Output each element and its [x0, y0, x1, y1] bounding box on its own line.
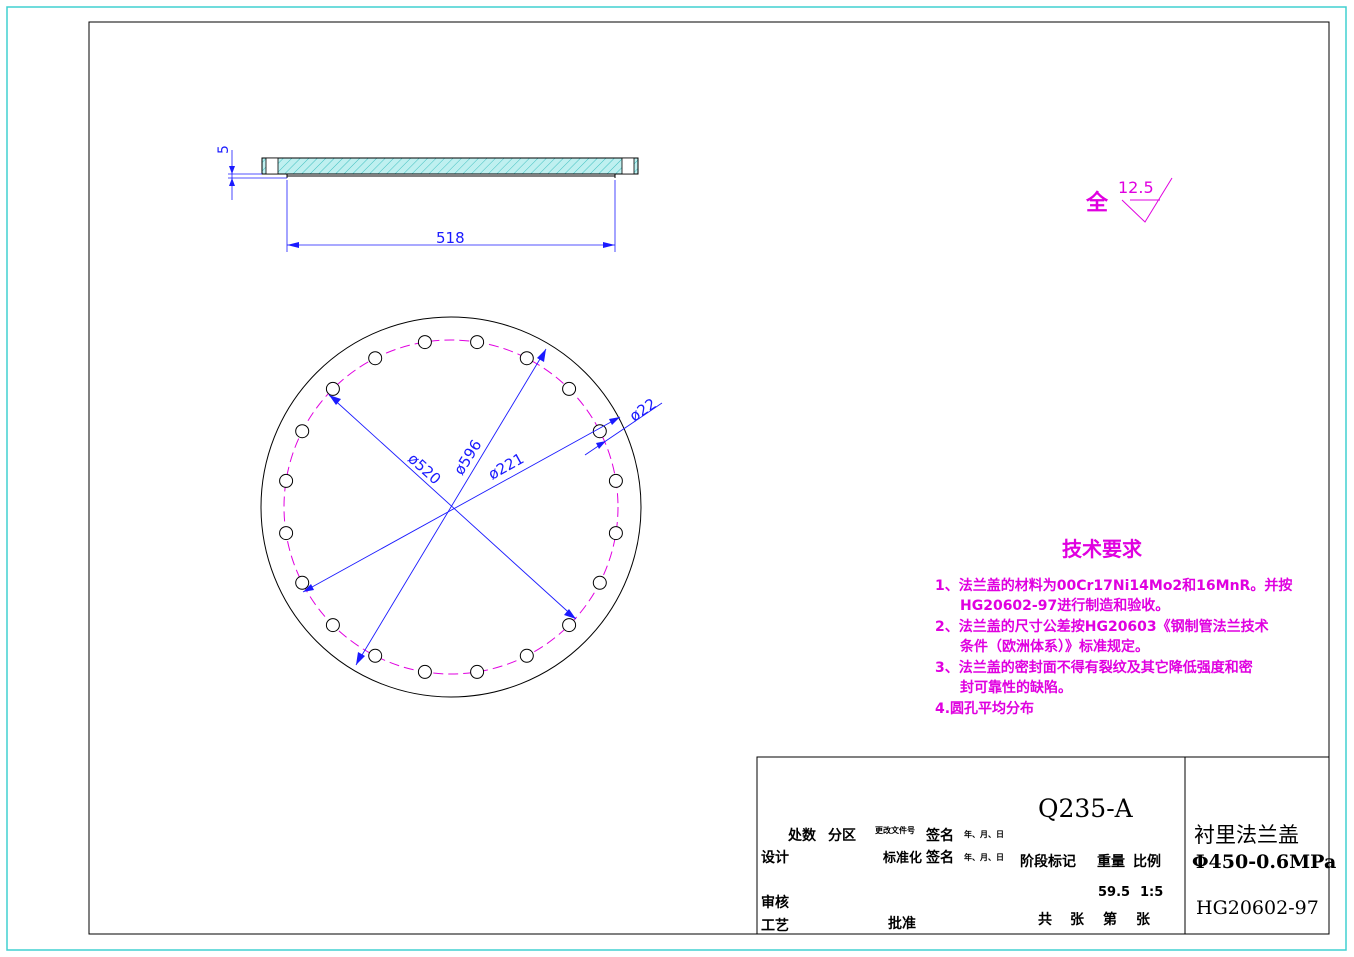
label-review: 审核: [761, 894, 789, 911]
label-sheet-unit: 张: [1070, 912, 1085, 928]
label-design: 设计: [761, 849, 789, 866]
bolt-hole: [562, 618, 577, 633]
part-spec: Φ450-0.6MPa: [1192, 851, 1336, 873]
label-total: 共: [1038, 911, 1052, 928]
note-line-4: 条件（欧洲体系）》标准规定。: [959, 638, 1149, 655]
bolt-hole: [470, 664, 485, 679]
bolt-hole: [325, 618, 340, 633]
bolt-hole: [295, 424, 310, 439]
label-chushu: 处数: [787, 827, 817, 844]
dim-line-221: [302, 416, 621, 593]
tech-notes-title: 技术要求: [1062, 537, 1143, 561]
tech-notes: 技术要求 1、法兰盖的材料为00Cr17Ni14Mo2和16MnR。并按 HG2…: [935, 537, 1292, 717]
dim-line-520: [328, 394, 577, 620]
bolt-hole: [368, 648, 383, 663]
material-label: Q235-A: [1038, 794, 1134, 823]
label-sign2: 签名: [925, 849, 954, 866]
scale-value: 1:5: [1140, 885, 1163, 900]
note-line-3: 2、法兰盖的尺寸公差按HG20603《钢制管法兰技术: [935, 618, 1269, 635]
bolt-hole: [279, 473, 294, 488]
label-weight: 重量: [1097, 853, 1125, 870]
bolt-hole: [592, 424, 607, 439]
front-view: ø520 ø596 ø221 ø22: [260, 316, 663, 698]
label-date: 年、月、日: [964, 829, 1004, 839]
standard-code: HG20602-97: [1196, 897, 1319, 919]
bolt-hole: [562, 381, 577, 396]
bolt-hole: [325, 381, 340, 396]
label-stage-mark: 阶段标记: [1020, 853, 1076, 870]
bolt-hole: [279, 526, 294, 541]
dim-label-221: ø221: [485, 449, 527, 483]
note-line-2: HG20602-97进行制造和验收。: [960, 597, 1169, 614]
label-change-doc: 更改文件号: [875, 825, 915, 835]
weight-value: 59.5: [1098, 885, 1130, 900]
note-line-5: 3、法兰盖的密封面不得有裂纹及其它降低强度和密: [935, 659, 1253, 676]
label-scale: 比例: [1133, 853, 1161, 870]
label-standardize: 标准化: [882, 850, 922, 866]
bolt-hole-right-section: [621, 157, 635, 175]
label-process: 工艺: [761, 917, 789, 934]
thickness-dim-label: 5: [216, 145, 232, 154]
roughness-value: 12.5: [1118, 178, 1154, 197]
part-name: 衬里法兰盖: [1194, 823, 1299, 847]
label-date2: 年、月、日: [964, 852, 1004, 862]
title-block: Q235-A 衬里法兰盖 Φ450-0.6MPa HG20602-97 处数 分…: [756, 756, 1336, 935]
bolt-hole: [295, 575, 310, 590]
bolt-hole: [519, 351, 534, 366]
width-dim-label: 518: [436, 229, 465, 247]
bolt-hole: [592, 575, 607, 590]
drawing-sheet: 5 518 ø520 ø596 ø221 ø22 全 12.5 技术要求 1、法…: [6, 6, 1347, 951]
note-line-1: 1、法兰盖的材料为00Cr17Ni14Mo2和16MnR。并按: [935, 577, 1292, 594]
label-sign: 签名: [925, 827, 954, 844]
dim-label-22: ø22: [626, 395, 659, 426]
outer-border: [6, 6, 1347, 951]
bolt-hole: [368, 351, 383, 366]
label-approve: 批准: [888, 915, 916, 932]
label-nth: 第: [1103, 911, 1117, 928]
side-view: 5 518: [216, 145, 639, 252]
bolt-hole-left-section: [265, 157, 279, 175]
roughness-symbol: 全 12.5: [1085, 177, 1173, 223]
note-line-7: 4.圆孔平均分布: [935, 700, 1034, 717]
note-line-6: 封可靠性的缺陷。: [960, 679, 1072, 696]
bolt-hole: [417, 335, 432, 350]
bolt-hole: [417, 664, 432, 679]
bolt-hole: [519, 648, 534, 663]
label-fenqu: 分区: [828, 828, 856, 844]
bolt-hole: [608, 526, 623, 541]
roughness-prefix: 全: [1085, 190, 1109, 216]
bolt-hole: [470, 335, 485, 350]
dim-label-596: ø596: [450, 437, 485, 479]
label-sheet-unit2: 张: [1136, 912, 1151, 928]
flange-section: [261, 157, 639, 175]
dim-line-596: [355, 348, 547, 666]
bolt-hole: [608, 473, 623, 488]
